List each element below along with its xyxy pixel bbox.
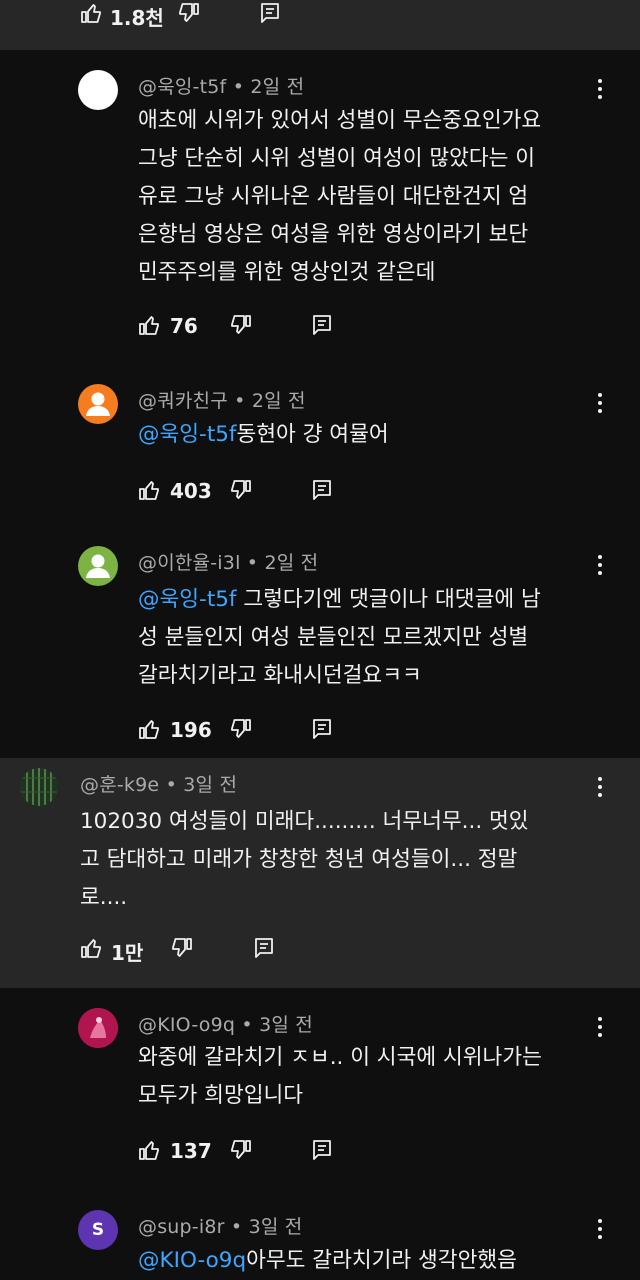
like-count: 196 — [170, 718, 212, 742]
like-count: 76 — [170, 314, 198, 338]
reply-icon[interactable] — [310, 313, 334, 337]
avatar[interactable] — [78, 546, 118, 586]
more-options-icon[interactable] — [590, 77, 610, 103]
avatar[interactable] — [78, 1008, 118, 1048]
reply-icon[interactable] — [310, 717, 334, 741]
avatar[interactable] — [78, 70, 118, 110]
comment-author[interactable]: @KIO-o9q • 3일 전 — [138, 1010, 313, 1037]
more-options-icon[interactable] — [590, 1015, 610, 1041]
comment-author[interactable]: @sup-i8r • 3일 전 — [138, 1212, 302, 1239]
comment-author[interactable]: @욱잉-t5f • 2일 전 — [138, 72, 304, 99]
comment-text: @KIO-o9q아무도 갈라치기라 생각안했음 — [138, 1248, 517, 1273]
avatar-letter: S — [91, 1220, 105, 1240]
like-count: 1.8천 — [110, 6, 164, 30]
like-icon[interactable] — [79, 936, 103, 960]
comment-text: 와중에 갈라치기 ㅈㅂ.. 이 시국에 시위나가는 모두가 희망입니다 — [138, 1045, 542, 1108]
like-icon[interactable] — [137, 313, 161, 337]
avatar[interactable] — [78, 384, 118, 424]
dislike-icon[interactable] — [170, 936, 194, 960]
dislike-icon[interactable] — [177, 1, 201, 25]
like-icon[interactable] — [137, 1138, 161, 1162]
comment-author[interactable]: @훈-k9e • 3일 전 — [80, 770, 237, 797]
comment-text: @욱잉-t5f동현아 걍 여뮬어 — [138, 422, 389, 447]
dislike-icon[interactable] — [229, 313, 253, 337]
comment-text: 102030 여성들이 미래다......... 너무너무... 멋있 고 담대… — [80, 809, 529, 910]
mention-link[interactable]: @욱잉-t5f — [138, 587, 237, 612]
comment-text: @욱잉-t5f 그렇다기엔 댓글이나 대댓글에 남 성 분들인지 여성 분들인진… — [138, 587, 541, 688]
more-options-icon[interactable] — [590, 1217, 610, 1243]
like-count: 137 — [170, 1139, 212, 1163]
comment-author[interactable]: @쿼카친구 • 2일 전 — [138, 386, 306, 413]
avatar[interactable] — [20, 768, 58, 806]
like-icon[interactable] — [79, 1, 103, 25]
like-icon[interactable] — [137, 478, 161, 502]
like-icon[interactable] — [137, 717, 161, 741]
mention-link[interactable]: @KIO-o9q — [138, 1248, 246, 1273]
dislike-icon[interactable] — [229, 717, 253, 741]
more-options-icon[interactable] — [590, 391, 610, 417]
reply-icon[interactable] — [252, 936, 276, 960]
reply-icon[interactable] — [310, 478, 334, 502]
more-options-icon[interactable] — [590, 775, 610, 801]
more-options-icon[interactable] — [590, 553, 610, 579]
like-count: 403 — [170, 479, 212, 503]
dislike-icon[interactable] — [229, 1138, 253, 1162]
comment-text: 애초에 시위가 있어서 성별이 무슨중요인가요 그냥 단순히 시위 성별이 여성… — [138, 108, 542, 285]
mention-link[interactable]: @욱잉-t5f — [138, 422, 237, 447]
dislike-icon[interactable] — [229, 478, 253, 502]
like-count: 1만 — [111, 941, 144, 965]
reply-icon[interactable] — [310, 1138, 334, 1162]
reply-icon[interactable] — [258, 1, 282, 25]
avatar[interactable]: S — [78, 1210, 118, 1250]
comment-author[interactable]: @이한율-i3l • 2일 전 — [138, 548, 318, 575]
